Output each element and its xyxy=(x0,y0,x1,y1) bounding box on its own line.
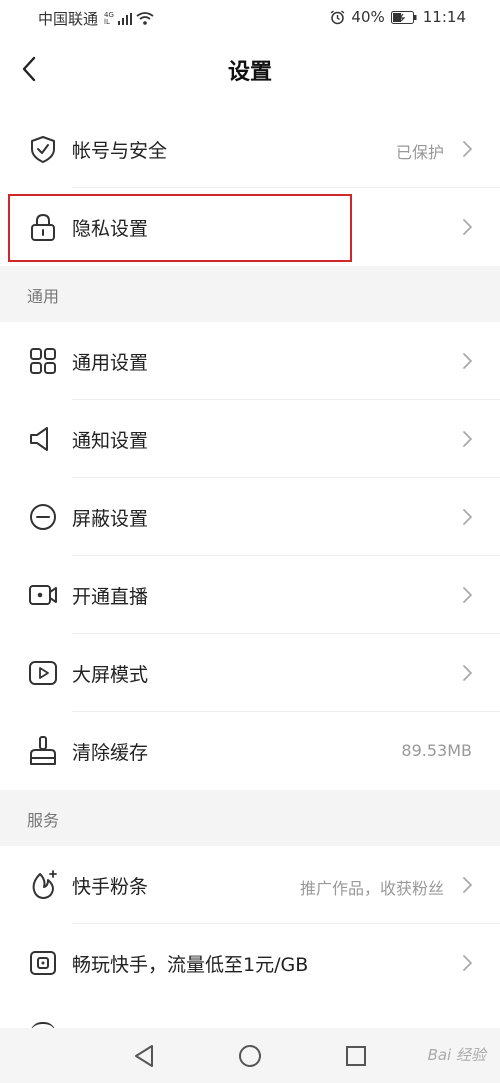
account-security-row[interactable]: 帐号与安全 已保护 xyxy=(0,110,500,188)
status-bar: 中国联通 4G lL 40% 11:14 xyxy=(0,0,500,36)
chevron-right-icon xyxy=(463,955,472,971)
block-settings-row[interactable]: 屏蔽设置 xyxy=(0,478,500,556)
grid-icon xyxy=(30,348,56,374)
brush-icon xyxy=(30,736,56,765)
privacy-settings-label: 隐私设置 xyxy=(72,218,149,240)
fan-boost-label: 快手粉条 xyxy=(72,876,149,898)
play-screen-icon xyxy=(29,661,57,685)
signal-icon xyxy=(117,12,132,25)
chevron-right-icon xyxy=(463,219,472,235)
fan-boost-row[interactable]: 快手粉条 推广作品，收获粉丝 xyxy=(0,846,500,924)
lock-icon xyxy=(31,213,55,241)
chevron-right-icon xyxy=(463,877,472,893)
system-nav-bar: Bai 经验 xyxy=(0,1028,500,1083)
section-header-general: 通用 xyxy=(0,266,500,322)
section-header-services: 服务 xyxy=(0,790,500,846)
battery-percent: 40% xyxy=(351,8,385,26)
notification-settings-row[interactable]: 通知设置 xyxy=(0,400,500,478)
chevron-right-icon xyxy=(463,665,472,681)
big-screen-label: 大屏模式 xyxy=(72,664,149,686)
chevron-right-icon xyxy=(463,509,472,525)
privacy-settings-row[interactable]: 隐私设置 xyxy=(0,188,500,266)
home-circle-icon[interactable] xyxy=(236,1042,264,1070)
account-security-label: 帐号与安全 xyxy=(72,140,168,162)
clock-time: 11:14 xyxy=(422,8,466,26)
account-security-status: 已保护 xyxy=(395,143,444,162)
alarm-icon xyxy=(330,9,345,24)
cache-size: 89.53MB xyxy=(401,741,472,760)
nav-bar: 设置 xyxy=(0,36,500,102)
carrier-name: 中国联通 xyxy=(38,10,99,28)
live-stream-label: 开通直播 xyxy=(72,586,149,608)
video-camera-icon xyxy=(29,585,57,605)
section-title: 通用 xyxy=(27,287,60,306)
speaker-icon xyxy=(30,427,48,451)
shield-icon xyxy=(31,136,55,163)
chevron-right-icon xyxy=(463,353,472,369)
big-screen-row[interactable]: 大屏模式 xyxy=(0,634,500,712)
chevron-right-icon xyxy=(463,141,472,157)
live-stream-row[interactable]: 开通直播 xyxy=(0,556,500,634)
battery-icon xyxy=(390,10,417,24)
page-title: 设置 xyxy=(227,60,272,85)
network-type: 4G lL xyxy=(104,10,114,26)
wifi-icon xyxy=(136,12,154,25)
recents-square-icon[interactable] xyxy=(342,1042,370,1070)
fan-boost-subtitle: 推广作品，收获粉丝 xyxy=(299,879,444,898)
notification-settings-label: 通知设置 xyxy=(72,430,149,452)
watermark: Bai 经验 xyxy=(427,1046,486,1064)
chevron-right-icon xyxy=(463,431,472,447)
chevron-right-icon xyxy=(463,587,472,603)
data-plan-label: 畅玩快手，流量低至1元/GB xyxy=(72,954,309,976)
section-title: 服务 xyxy=(27,811,60,830)
block-icon xyxy=(30,504,56,530)
back-triangle-icon[interactable] xyxy=(130,1042,158,1070)
general-settings-label: 通用设置 xyxy=(72,352,149,374)
general-settings-row[interactable]: 通用设置 xyxy=(0,322,500,400)
rocket-fire-icon xyxy=(32,870,57,899)
clear-cache-label: 清除缓存 xyxy=(72,742,149,764)
block-settings-label: 屏蔽设置 xyxy=(72,508,149,530)
data-plan-row[interactable]: 畅玩快手，流量低至1元/GB xyxy=(0,924,500,1002)
clear-cache-row[interactable]: 清除缓存 89.53MB xyxy=(0,712,500,790)
sim-card-icon xyxy=(30,951,56,975)
